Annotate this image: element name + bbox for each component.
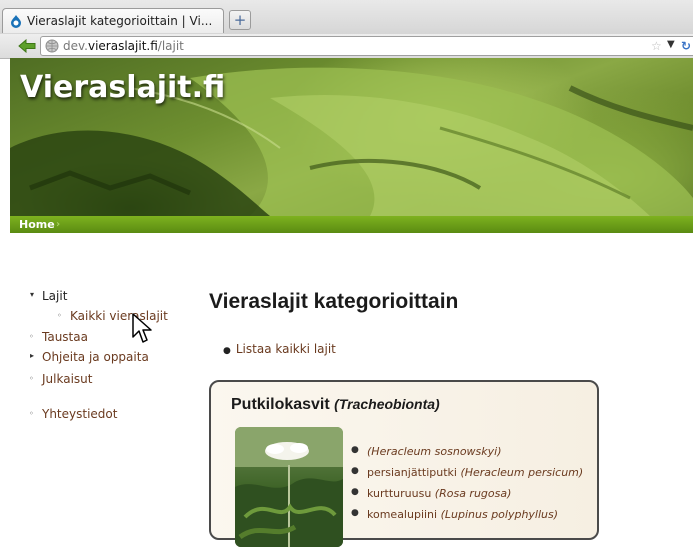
circle-bullet-icon: ◦ xyxy=(29,332,34,341)
species-item[interactable]: ● kurtturuusu (Rosa rugosa) xyxy=(351,487,511,500)
circle-bullet-icon: ◦ xyxy=(57,311,62,320)
site-name[interactable]: Vieraslajit.fi xyxy=(20,70,225,105)
star-icon[interactable]: ☆ xyxy=(651,37,662,55)
circle-bullet-icon: ◦ xyxy=(29,409,34,418)
plus-icon: + xyxy=(233,11,247,29)
bullet-icon: ● xyxy=(223,346,231,356)
reload-icon[interactable]: ↻ xyxy=(681,37,691,55)
drupal-drop-icon xyxy=(11,15,21,28)
sidebar-item-julkaisut[interactable]: ◦ Julkaisut xyxy=(29,372,92,386)
dropdown-arrow-icon[interactable]: ▼ xyxy=(667,36,675,54)
globe-icon[interactable] xyxy=(45,39,59,53)
giant-hogweed-photo xyxy=(235,427,343,547)
sidebar-item-taustaa[interactable]: ◦ Taustaa xyxy=(29,330,88,344)
collapsed-caret-icon: ▸ xyxy=(30,351,35,360)
circle-bullet-icon: ◦ xyxy=(29,374,34,383)
browser-tab-bar: Vieraslajit kategorioittain | Vi... + xyxy=(0,0,693,35)
expanded-caret-icon: ▾ xyxy=(30,290,35,299)
breadcrumb: Home › xyxy=(10,216,693,233)
page-title: Vieraslajit kategorioittain xyxy=(209,290,459,313)
browser-nav-bar: dev.vieraslajit.fi/lajit ☆ ▼ ↻ xyxy=(0,34,693,59)
url-text: dev.vieraslajit.fi/lajit xyxy=(63,39,184,53)
sidebar-item-ohjeita-ja-oppaita[interactable]: ▸ Ohjeita ja oppaita xyxy=(30,350,149,364)
species-item[interactable]: ● persianjättiputki (Heracleum persicum) xyxy=(351,466,583,479)
list-all-item: ● Listaa kaikki lajit xyxy=(223,342,336,356)
plant-thumbnail[interactable] xyxy=(235,427,343,547)
back-arrow-icon[interactable] xyxy=(18,39,36,53)
address-bar[interactable]: dev.vieraslajit.fi/lajit ☆ ▼ ↻ xyxy=(40,36,693,56)
site-header-banner: Vieraslajit.fi xyxy=(10,58,693,216)
breadcrumb-home-link[interactable]: Home xyxy=(19,216,55,233)
category-box: Putkilokasvit (Tracheobionta) ● (Heracle… xyxy=(209,380,599,547)
breadcrumb-separator: › xyxy=(56,219,61,230)
sidebar-item-lajit[interactable]: ▾ Lajit xyxy=(30,289,67,303)
tab-title: Vieraslajit kategorioittain | Vi... xyxy=(27,14,213,28)
species-item[interactable]: ● (Heracleum sosnowskyi) xyxy=(351,445,502,458)
mouse-pointer-icon xyxy=(132,313,152,343)
browser-tab[interactable]: Vieraslajit kategorioittain | Vi... xyxy=(2,8,224,33)
list-all-link[interactable]: Listaa kaikki lajit xyxy=(236,342,336,356)
sidebar-item-yhteystiedot[interactable]: ◦ Yhteystiedot xyxy=(29,407,117,421)
category-heading: Putkilokasvit (Tracheobionta) xyxy=(231,396,440,413)
new-tab-button[interactable]: + xyxy=(229,10,251,30)
